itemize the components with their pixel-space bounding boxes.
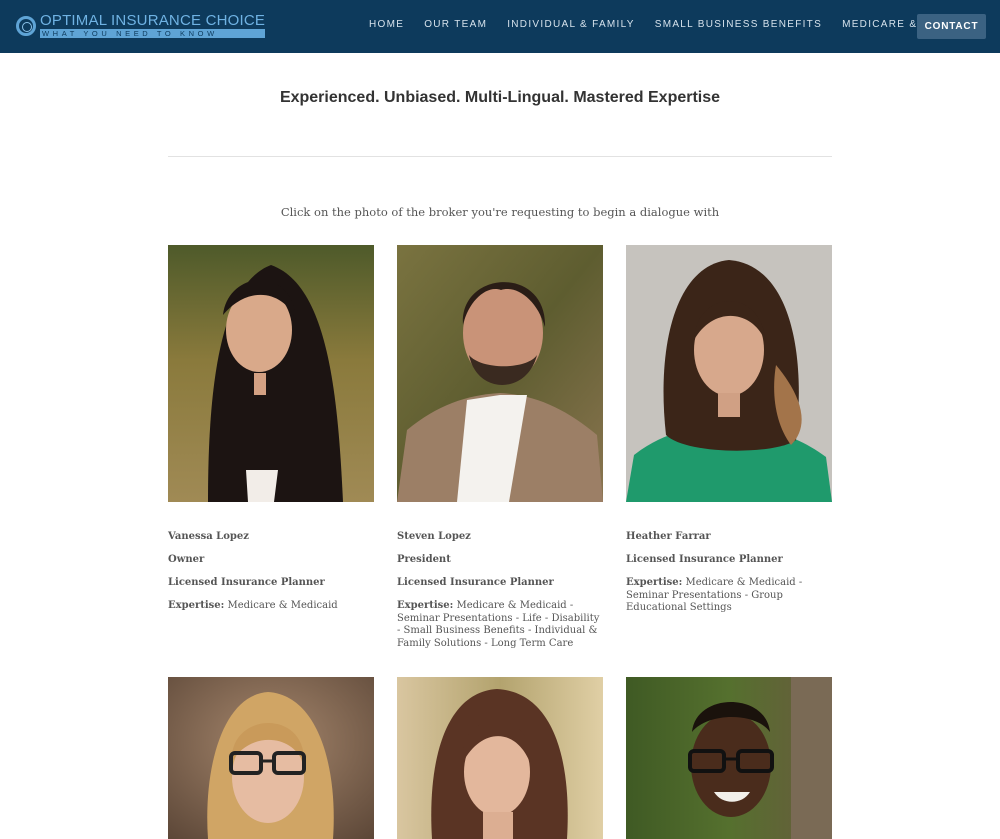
team-info: Steven Lopez President Licensed Insuranc… [397, 531, 603, 650]
portrait-image [168, 677, 374, 839]
team-info: Heather Farrar Licensed Insurance Planne… [626, 531, 832, 615]
photo-steven-lopez[interactable] [397, 245, 603, 502]
portrait-image [397, 245, 603, 502]
logo-tagline: WHAT YOU NEED TO KNOW [40, 29, 266, 38]
nav-home[interactable]: HOME [369, 19, 404, 30]
page-tagline: Experienced. Unbiased. Multi-Lingual. Ma… [279, 89, 721, 106]
main-nav: HOME OUR TEAM INDIVIDUAL & FAMILY SMALL … [369, 19, 1000, 30]
nav-small-business-benefits[interactable]: SMALL BUSINESS BENEFITS [655, 19, 822, 30]
member-expertise: Expertise: Medicare & Medicaid [168, 600, 374, 613]
team-card-vanessa: Vanessa Lopez Owner Licensed Insurance P… [168, 245, 374, 611]
expertise-label: Expertise: [626, 577, 683, 588]
member-title: Owner [168, 554, 205, 565]
member-name: Vanessa Lopez [168, 531, 249, 542]
expertise-label: Expertise: [168, 600, 225, 611]
member-name: Steven Lopez [397, 531, 471, 542]
nav-individual-family[interactable]: INDIVIDUAL & FAMILY [507, 19, 635, 30]
logo-text: OPTIMAL INSURANCE CHOICE WHAT YOU NEED T… [40, 12, 266, 38]
portrait-image [397, 677, 603, 839]
intro-text: Click on the photo of the broker you're … [280, 205, 720, 219]
team-info: Vanessa Lopez Owner Licensed Insurance P… [168, 531, 374, 613]
nav-our-team[interactable]: OUR TEAM [424, 19, 487, 30]
member-expertise: Expertise: Medicare & Medicaid - Seminar… [626, 577, 832, 615]
team-card-5 [397, 677, 603, 839]
member-expertise: Expertise: Medicare & Medicaid - Seminar… [397, 600, 603, 650]
expertise-text: Medicare & Medicaid [227, 600, 338, 611]
section-divider [168, 156, 832, 157]
portrait-image [168, 245, 374, 502]
expertise-label: Expertise: [397, 600, 454, 611]
logo-ring-icon [16, 15, 36, 36]
logo-title: OPTIMAL INSURANCE CHOICE [40, 12, 266, 29]
site-header: OPTIMAL INSURANCE CHOICE WHAT YOU NEED T… [0, 0, 1000, 53]
photo-team-member-4[interactable] [168, 677, 374, 839]
portrait-image [626, 677, 832, 839]
team-card-6 [626, 677, 832, 839]
photo-team-member-6[interactable] [626, 677, 832, 839]
member-title: Licensed Insurance Planner [626, 554, 783, 565]
photo-vanessa-lopez[interactable] [168, 245, 374, 502]
member-name: Heather Farrar [626, 531, 711, 542]
team-card-steven: Steven Lopez President Licensed Insuranc… [397, 245, 603, 649]
photo-team-member-5[interactable] [397, 677, 603, 839]
site-logo[interactable]: OPTIMAL INSURANCE CHOICE WHAT YOU NEED T… [16, 12, 266, 38]
team-card-4 [168, 677, 374, 839]
member-title: Licensed Insurance Planner [397, 577, 554, 588]
member-title: Licensed Insurance Planner [168, 577, 325, 588]
photo-heather-farrar[interactable] [626, 245, 832, 502]
contact-button[interactable]: CONTACT [917, 14, 986, 39]
team-card-heather: Heather Farrar Licensed Insurance Planne… [626, 245, 832, 613]
member-title: President [397, 554, 451, 565]
portrait-image [626, 245, 832, 502]
